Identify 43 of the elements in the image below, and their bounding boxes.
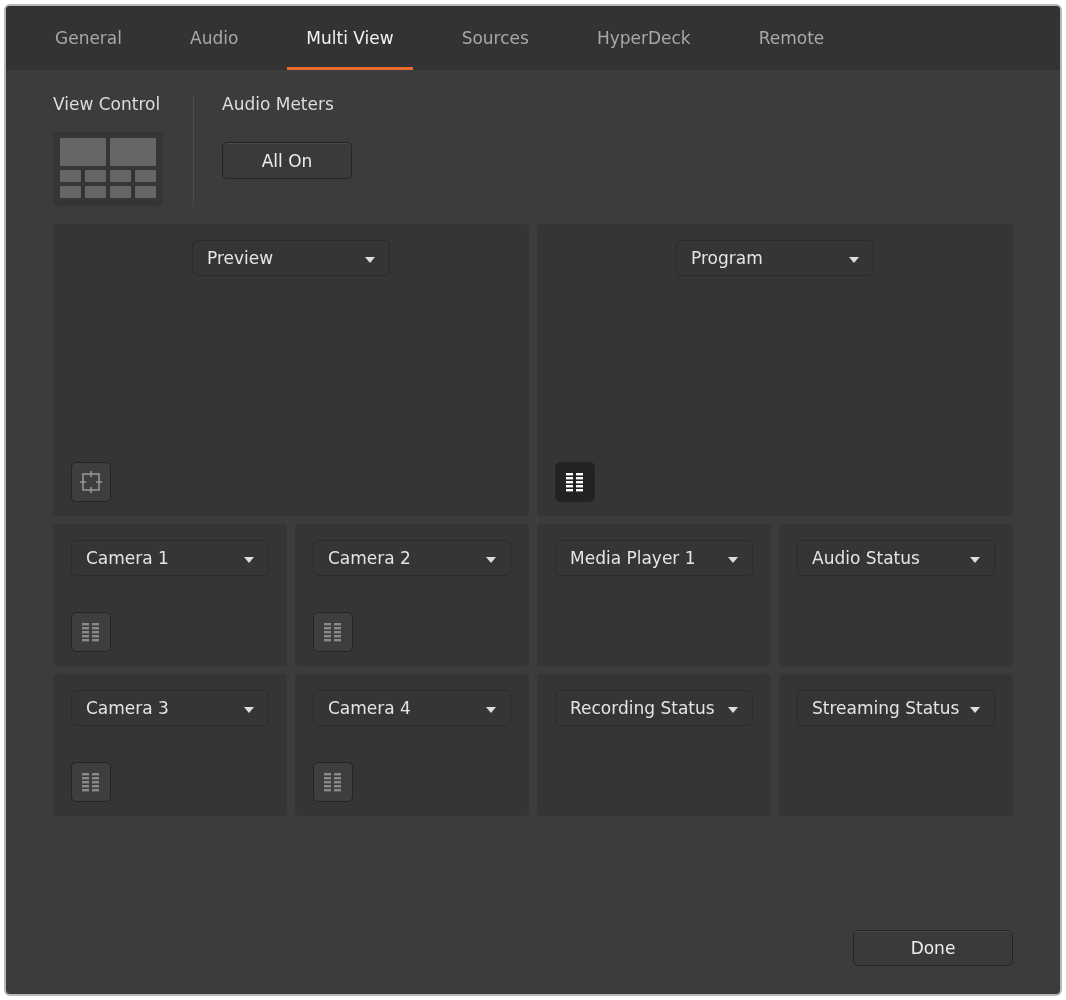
caret-icon [970,557,980,563]
audio-meter-toggle[interactable] [313,612,353,652]
audio-meter-toggle[interactable] [71,762,111,802]
audio-meter-icon [324,771,342,793]
caret-icon [486,557,496,563]
source-dropdown[interactable]: Audio Status [797,540,995,576]
layout-grid-icon [60,137,156,200]
caret-icon [244,707,254,713]
source-dropdown[interactable]: Streaming Status [797,690,995,726]
view-control-label: View Control [53,94,162,116]
audio-meter-icon [324,621,342,643]
source-dropdown[interactable]: Camera 1 [71,540,269,576]
caret-icon [970,707,980,713]
caret-icon [849,257,859,263]
audio-meter-icon [82,621,100,643]
caret-icon [244,557,254,563]
tab[interactable]: Audio [171,6,258,70]
caret-icon [486,707,496,713]
source-dropdown[interactable]: Media Player 1 [555,540,753,576]
safe-area-icon [79,470,103,494]
all-on-button[interactable]: All On [222,142,352,179]
audio-meter-icon [82,771,100,793]
source-dropdown[interactable]: Camera 2 [313,540,511,576]
audio-meter-toggle[interactable] [313,762,353,802]
source-dropdown[interactable]: Camera 3 [71,690,269,726]
tab[interactable]: Remote [739,6,844,70]
tab[interactable]: Sources [442,6,548,70]
tab[interactable]: General [36,6,141,70]
tab[interactable]: HyperDeck [577,6,710,70]
audio-meter-toggle[interactable] [71,612,111,652]
source-dropdown[interactable]: Recording Status [555,690,753,726]
tab[interactable]: Multi View [287,6,413,70]
audio-meters-label: Audio Meters [222,94,335,116]
source-dropdown[interactable]: Camera 4 [313,690,511,726]
source-dropdown[interactable]: Preview [192,240,390,276]
safe-area-toggle[interactable] [71,462,111,502]
caret-icon [728,707,738,713]
done-button[interactable]: Done [853,930,1013,966]
audio-meter-icon [566,471,584,493]
audio-meter-toggle[interactable] [555,462,595,502]
source-dropdown[interactable]: Program [676,240,874,276]
caret-icon [365,257,375,263]
caret-icon [728,557,738,563]
